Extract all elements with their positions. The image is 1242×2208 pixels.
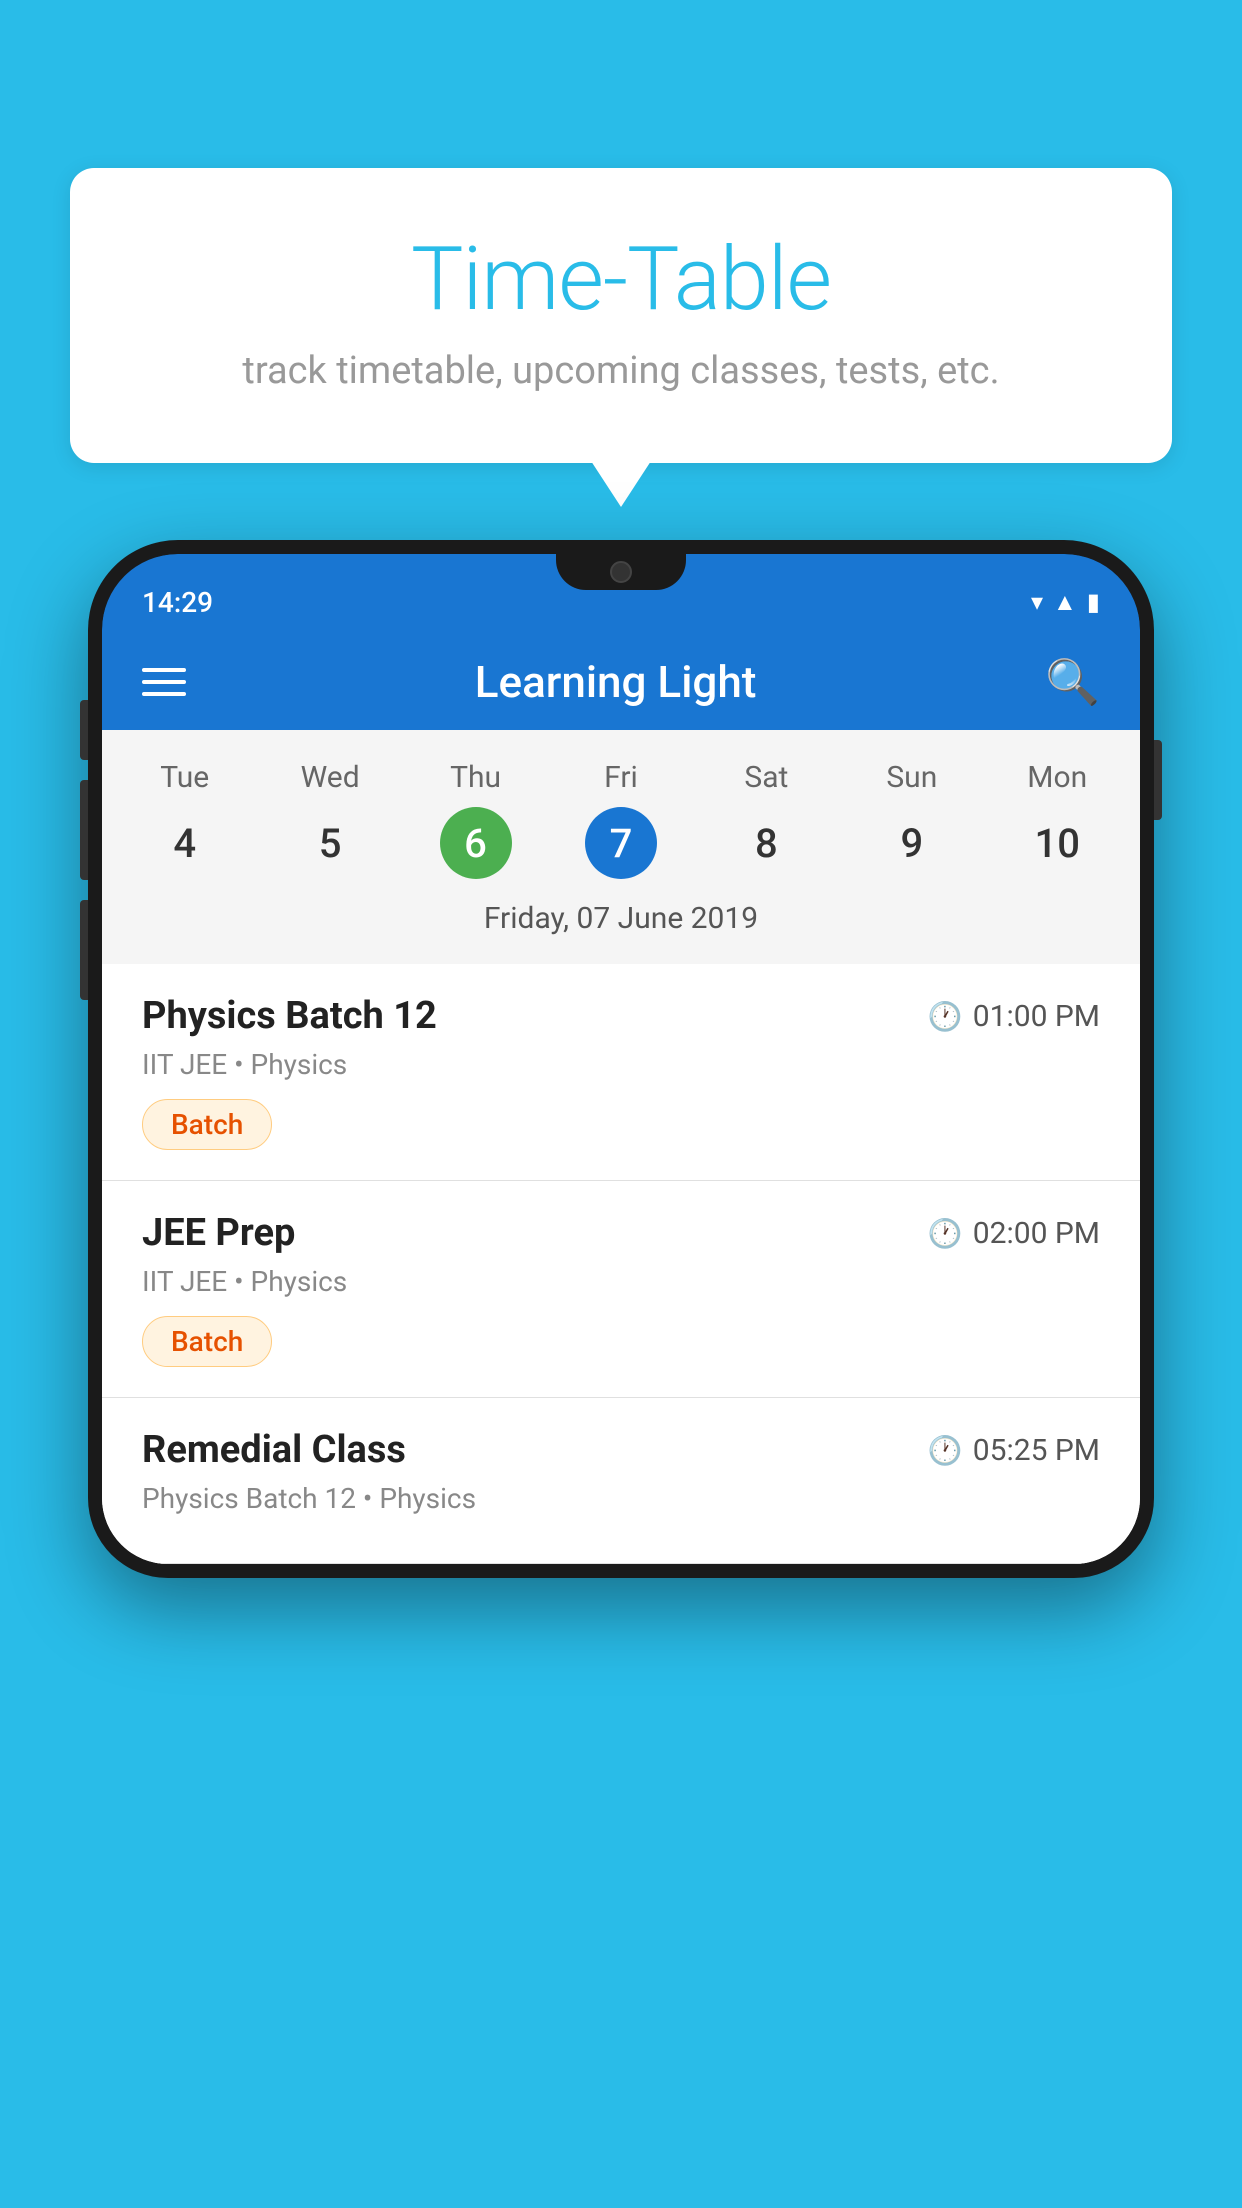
calendar-day-9[interactable]: Sun 9 (876, 760, 948, 879)
batch-badge: Batch (142, 1099, 272, 1150)
status-time: 14:29 (142, 586, 213, 619)
wifi-icon: ▾ (1031, 588, 1043, 616)
search-button[interactable]: 🔍 (1045, 656, 1100, 708)
schedule-item-sub: Physics Batch 12 • Physics (142, 1482, 1100, 1515)
schedule-item-header: JEE Prep 🕐 02:00 PM (142, 1211, 1100, 1255)
app-bar: Learning Light 🔍 (102, 634, 1140, 730)
schedule-item-name: JEE Prep (142, 1211, 295, 1255)
schedule-item-name: Physics Batch 12 (142, 994, 437, 1038)
schedule-item-time: 🕐 05:25 PM (928, 1433, 1100, 1468)
calendar-day-8[interactable]: Sat 8 (730, 760, 802, 879)
power-button (1154, 740, 1162, 820)
calendar-day-6[interactable]: Thu 6 (440, 760, 512, 879)
volume-up-button (80, 780, 88, 880)
phone-notch (556, 554, 686, 590)
day-label: Tue (160, 760, 209, 795)
phone-mockup: 14:29 ▾ ▲ ▮ Learning Light 🔍 (88, 540, 1154, 2208)
day-label: Thu (450, 760, 501, 795)
selected-date-label: Friday, 07 June 2019 (112, 887, 1130, 954)
day-number: 9 (876, 807, 948, 879)
tooltip-card: Time-Table track timetable, upcoming cla… (70, 168, 1172, 463)
app-title: Learning Light (475, 656, 757, 708)
batch-badge: Batch (142, 1316, 272, 1367)
schedule-item-header: Remedial Class 🕐 05:25 PM (142, 1428, 1100, 1472)
day-number: 5 (294, 807, 366, 879)
status-icons: ▾ ▲ ▮ (1031, 588, 1100, 617)
day-number: 10 (1021, 807, 1093, 879)
day-label: Sat (744, 760, 788, 795)
schedule-list: Physics Batch 12 🕐 01:00 PM IIT JEE • Phys… (102, 964, 1140, 1564)
calendar-day-10[interactable]: Mon 10 (1021, 760, 1093, 879)
calendar-day-7[interactable]: Fri 7 (585, 760, 657, 879)
schedule-item-name: Remedial Class (142, 1428, 406, 1472)
signal-icon: ▲ (1053, 588, 1077, 617)
tooltip-subtitle: track timetable, upcoming classes, tests… (120, 349, 1122, 393)
status-bar: 14:29 ▾ ▲ ▮ (102, 554, 1140, 634)
day-label: Fri (604, 760, 638, 795)
tooltip-title: Time-Table (120, 228, 1122, 331)
phone-outer: 14:29 ▾ ▲ ▮ Learning Light 🔍 (88, 540, 1154, 1578)
schedule-item-time: 🕐 02:00 PM (928, 1216, 1100, 1251)
schedule-item-sub: IIT JEE • Physics (142, 1048, 1100, 1081)
menu-button[interactable] (142, 668, 186, 696)
schedule-item[interactable]: JEE Prep 🕐 02:00 PM IIT JEE • Physics Batch (102, 1181, 1140, 1398)
day-number: 6 (440, 807, 512, 879)
clock-icon: 🕐 (928, 1000, 963, 1033)
day-label: Sun (886, 760, 937, 795)
calendar-day-5[interactable]: Wed 5 (294, 760, 366, 879)
volume-down-button (80, 900, 88, 1000)
front-camera (610, 561, 632, 583)
day-number: 8 (730, 807, 802, 879)
schedule-item[interactable]: Physics Batch 12 🕐 01:00 PM IIT JEE • Phys… (102, 964, 1140, 1181)
calendar-day-4[interactable]: Tue 4 (149, 760, 221, 879)
calendar-section: Tue 4 Wed 5 Thu 6 Fri 7 Sat 8 Sun 9 Mon 10 Friday, 07… (102, 730, 1140, 964)
day-number: 4 (149, 807, 221, 879)
schedule-item-header: Physics Batch 12 🕐 01:00 PM (142, 994, 1100, 1038)
clock-icon: 🕐 (928, 1434, 963, 1467)
battery-icon: ▮ (1087, 588, 1100, 616)
schedule-item[interactable]: Remedial Class 🕐 05:25 PM Physics Batch 12… (102, 1398, 1140, 1564)
clock-icon: 🕐 (928, 1217, 963, 1250)
calendar-days-row: Tue 4 Wed 5 Thu 6 Fri 7 Sat 8 Sun 9 Mon 10 (112, 750, 1130, 887)
day-number: 7 (585, 807, 657, 879)
schedule-item-time: 🕐 01:00 PM (928, 999, 1100, 1034)
phone-screen: 14:29 ▾ ▲ ▮ Learning Light 🔍 (102, 554, 1140, 1564)
volume-silent-button (80, 700, 88, 760)
day-label: Mon (1027, 760, 1087, 795)
day-label: Wed (301, 760, 360, 795)
schedule-item-sub: IIT JEE • Physics (142, 1265, 1100, 1298)
